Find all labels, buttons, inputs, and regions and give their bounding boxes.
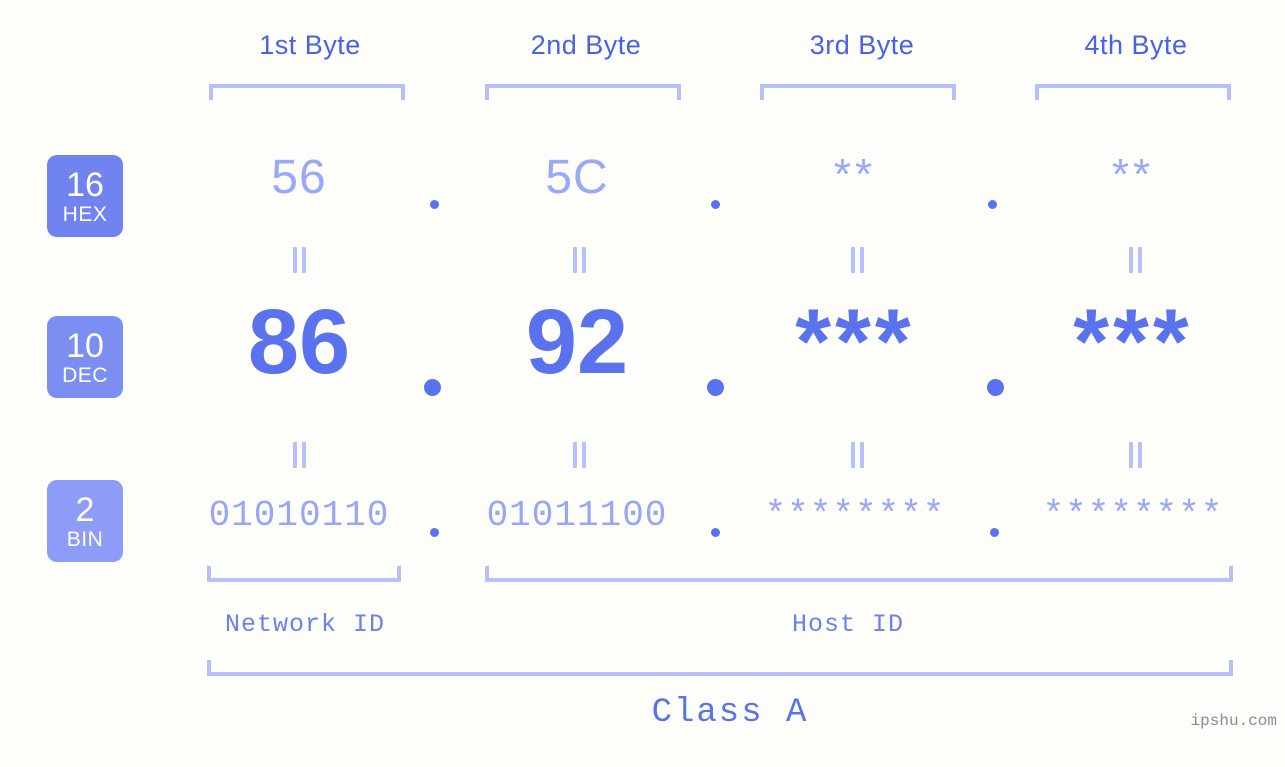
dec-separator-dot-1 bbox=[424, 379, 441, 396]
bin-separator-dot-1 bbox=[430, 528, 439, 537]
class-bracket bbox=[207, 660, 1233, 676]
host-id-bracket bbox=[485, 566, 1233, 582]
base-badge-bin-number: 2 bbox=[75, 490, 95, 529]
hex-byte-3: ** bbox=[833, 150, 877, 199]
hex-byte-4: ** bbox=[1111, 150, 1155, 199]
hex-separator-dot-3 bbox=[988, 200, 997, 209]
base-badge-dec-number: 10 bbox=[66, 326, 104, 365]
hex-separator-dot-1 bbox=[430, 200, 439, 209]
hex-byte-2: 5C bbox=[545, 151, 609, 204]
equality-mark-dec-bin-2 bbox=[573, 442, 587, 468]
byte-bracket-top-2 bbox=[485, 84, 681, 100]
base-badge-bin-label: BIN bbox=[66, 527, 104, 551]
base-badge-bin: 2 BIN bbox=[47, 480, 123, 562]
byte-bracket-top-4 bbox=[1035, 84, 1231, 100]
byte-header-2: 2nd Byte bbox=[530, 30, 642, 60]
site-watermark: ipshu.com bbox=[1190, 712, 1277, 730]
bin-byte-2: 01011100 bbox=[486, 495, 668, 536]
equality-mark-hex-dec-4 bbox=[1129, 247, 1143, 273]
byte-bracket-top-1 bbox=[209, 84, 405, 100]
class-label: Class A bbox=[651, 694, 809, 732]
base-badge-hex-number: 16 bbox=[66, 165, 104, 204]
bin-byte-4: ******** bbox=[1042, 495, 1224, 536]
dec-byte-2: 92 bbox=[525, 291, 629, 393]
dec-separator-dot-3 bbox=[987, 379, 1004, 396]
base-badge-hex-label: HEX bbox=[62, 202, 108, 226]
byte-header-1: 1st Byte bbox=[259, 30, 361, 60]
network-id-label: Network ID bbox=[224, 610, 386, 639]
equality-mark-dec-bin-4 bbox=[1129, 442, 1143, 468]
base-badge-dec-label: DEC bbox=[62, 363, 108, 387]
bin-byte-3: ******** bbox=[764, 495, 946, 536]
dec-byte-1: 86 bbox=[247, 291, 351, 393]
equality-mark-hex-dec-2 bbox=[573, 247, 587, 273]
bin-byte-1: 01010110 bbox=[208, 495, 390, 536]
host-id-label: Host ID bbox=[791, 610, 905, 639]
base-badge-dec: 10 DEC bbox=[47, 316, 123, 398]
dec-separator-dot-2 bbox=[707, 379, 724, 396]
network-id-bracket bbox=[207, 566, 401, 582]
bin-separator-dot-2 bbox=[711, 528, 720, 537]
equality-mark-dec-bin-3 bbox=[851, 442, 865, 468]
equality-mark-hex-dec-1 bbox=[293, 247, 307, 273]
equality-mark-hex-dec-3 bbox=[851, 247, 865, 273]
ip-address-breakdown-diagram: 1st Byte 2nd Byte 3rd Byte 4th Byte 16 H… bbox=[0, 0, 1285, 767]
bin-separator-dot-3 bbox=[990, 528, 999, 537]
hex-byte-1: 56 bbox=[271, 151, 327, 204]
dec-byte-4: *** bbox=[1073, 291, 1193, 393]
hex-separator-dot-2 bbox=[711, 200, 720, 209]
byte-bracket-top-3 bbox=[760, 84, 956, 100]
base-badge-hex: 16 HEX bbox=[47, 155, 123, 237]
byte-header-3: 3rd Byte bbox=[809, 30, 915, 60]
equality-mark-dec-bin-1 bbox=[293, 442, 307, 468]
byte-header-4: 4th Byte bbox=[1084, 30, 1188, 60]
dec-byte-3: *** bbox=[795, 291, 915, 393]
